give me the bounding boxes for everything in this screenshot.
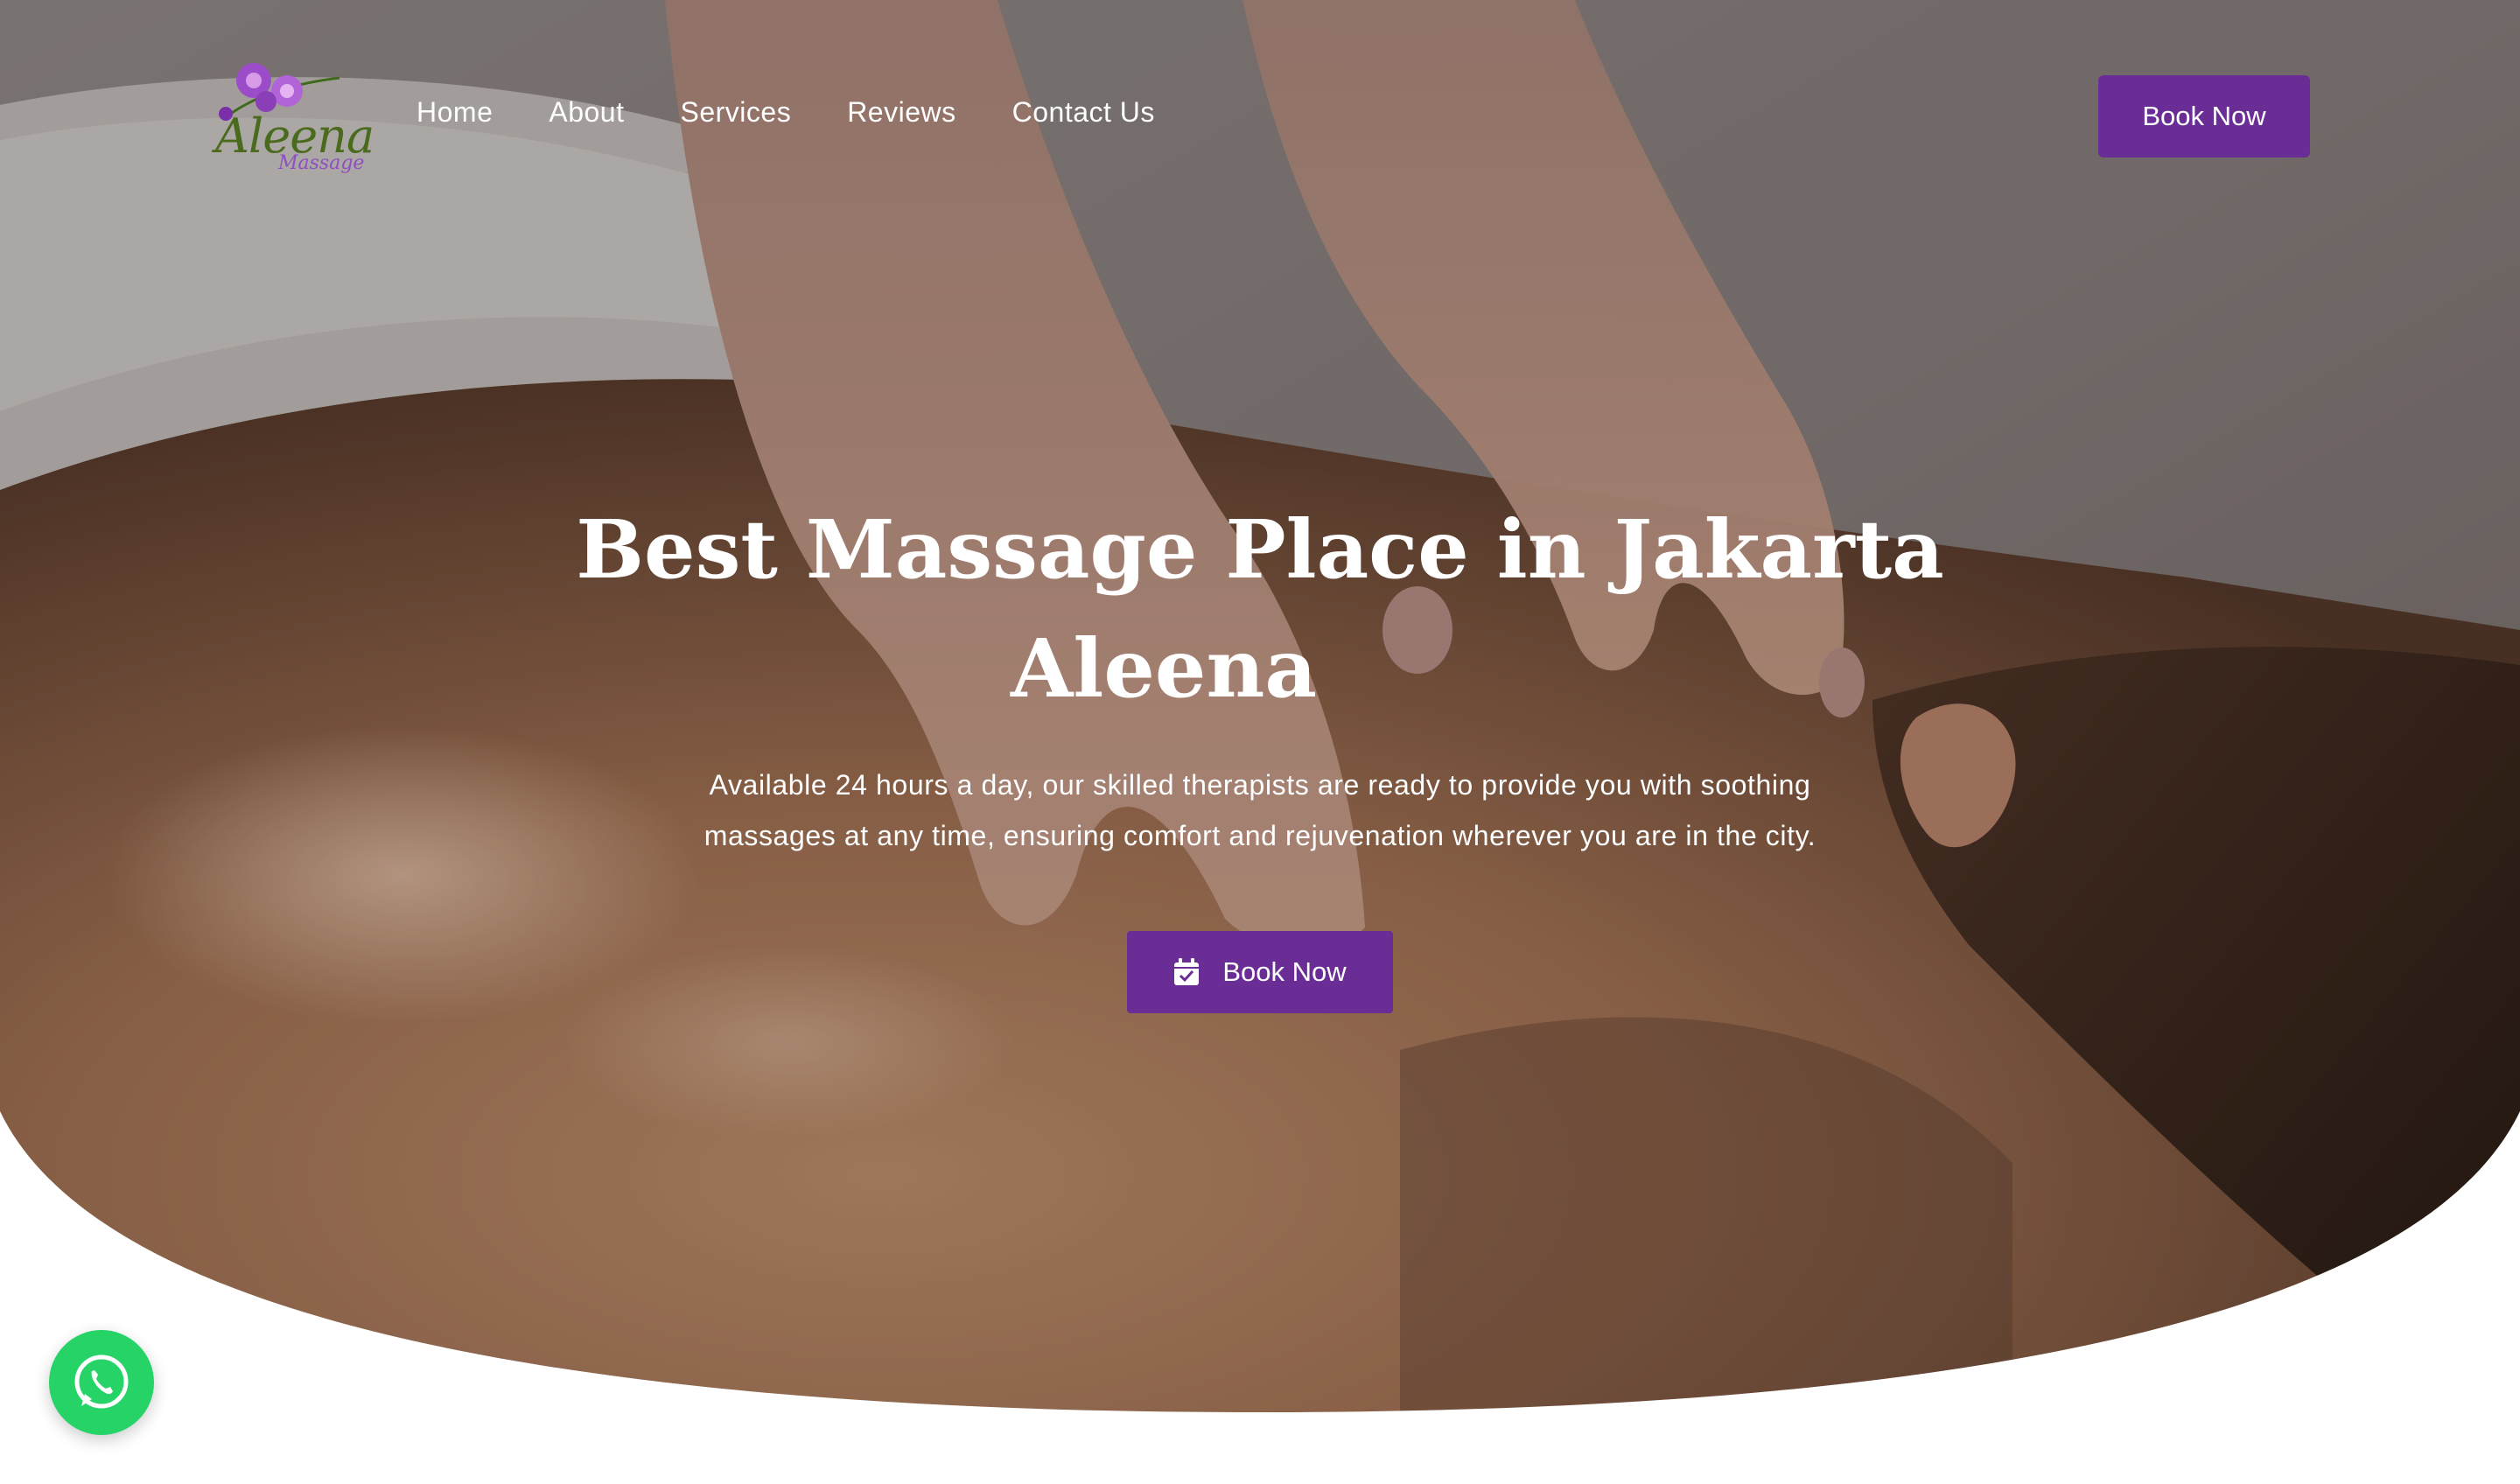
hero-section: Aleena Massage Home About Services Revie… <box>0 0 2520 1484</box>
hero-title-line2: Aleena <box>1011 621 1317 716</box>
hero-title-line1: Best Massage Place in Jakarta <box>576 502 1944 597</box>
nav-item-reviews[interactable]: Reviews <box>847 96 956 129</box>
nav-item-about[interactable]: About <box>549 96 624 129</box>
hero-bottom-curve <box>0 1111 2520 1484</box>
hero-book-now-button[interactable]: Book Now <box>1127 931 1393 1013</box>
nav-item-services[interactable]: Services <box>680 96 791 129</box>
hero-title: Best Massage Place in Jakarta Aleena <box>0 490 2520 728</box>
nav-item-contact[interactable]: Contact Us <box>1012 96 1155 129</box>
calendar-check-icon <box>1174 958 1200 985</box>
site-header: Aleena Massage Home About Services Revie… <box>0 0 2520 236</box>
header-book-now-button[interactable]: Book Now <box>2098 75 2310 158</box>
logo-subtitle: Massage <box>278 152 365 174</box>
hero-description: Available 24 hours a day, our skilled th… <box>704 769 1816 851</box>
main-nav: Home About Services Reviews Contact Us <box>416 96 1155 129</box>
hero-book-now-label: Book Now <box>1222 956 1347 987</box>
nav-item-home[interactable]: Home <box>416 96 493 129</box>
brand-logo[interactable]: Aleena Massage <box>208 56 374 178</box>
whatsapp-button[interactable] <box>49 1330 154 1435</box>
whatsapp-icon <box>74 1354 129 1409</box>
